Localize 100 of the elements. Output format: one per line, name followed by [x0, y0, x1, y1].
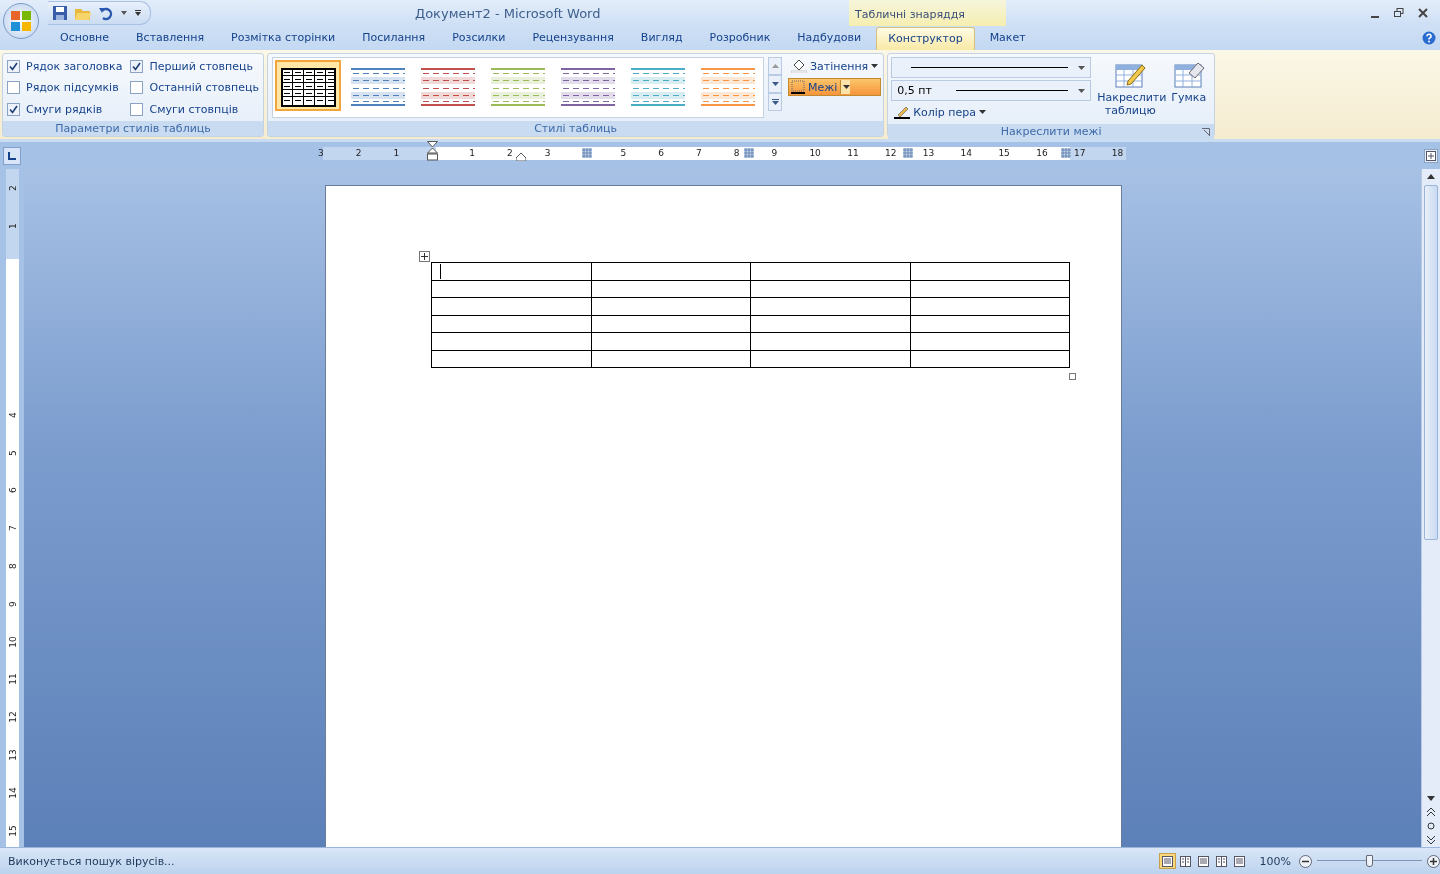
group-label: Накреслити межі: [888, 124, 1215, 139]
table-cell[interactable]: [750, 280, 910, 298]
checkbox[interactable]: [7, 102, 20, 116]
help-icon[interactable]: [1422, 31, 1436, 45]
office-button[interactable]: [3, 3, 39, 39]
line-style-dropdown[interactable]: [891, 57, 1092, 78]
ruler-number: 3: [544, 147, 551, 160]
table-cell[interactable]: [431, 315, 591, 333]
ribbon-tab[interactable]: Макет: [977, 26, 1038, 50]
ruler-number: 1: [7, 221, 18, 231]
table-cell[interactable]: [591, 350, 751, 368]
column-marker-icon[interactable]: [1061, 148, 1071, 158]
checkbox[interactable]: [130, 59, 144, 73]
ribbon-tab[interactable]: Рецензування: [520, 26, 626, 50]
table-cell[interactable]: [750, 297, 910, 315]
draw-table-button[interactable]: Накреслити таблицю: [1095, 57, 1166, 121]
ribbon-tab[interactable]: Розмітка сторінки: [219, 26, 348, 50]
zoom-in-button[interactable]: [1427, 854, 1440, 868]
checkbox-label: Смуги стовпців: [149, 102, 239, 116]
table-cell[interactable]: [750, 350, 910, 368]
ruler-number: 1: [393, 147, 400, 160]
ruler-number: 13: [7, 748, 18, 762]
ribbon-tab[interactable]: Розробник: [697, 26, 783, 50]
borders-button[interactable]: Межі: [788, 78, 882, 96]
zoom-level[interactable]: 100%: [1259, 854, 1291, 868]
indent-marker-icon[interactable]: [427, 141, 438, 161]
table-cell[interactable]: [591, 262, 751, 280]
down-arrow-icon: [1427, 795, 1435, 801]
table-cell[interactable]: [591, 332, 751, 350]
table-cell[interactable]: [910, 315, 1070, 333]
table-cell[interactable]: [431, 297, 591, 315]
table-cell[interactable]: [591, 315, 751, 333]
vertical-scrollbar[interactable]: [1421, 169, 1440, 847]
table-cell[interactable]: [910, 332, 1070, 350]
pen-icon: [894, 105, 911, 119]
ruler-number: 15: [7, 824, 18, 838]
table-resize-handle-icon[interactable]: [1069, 373, 1076, 380]
table-cell[interactable]: [750, 315, 910, 333]
tab-stop-icon[interactable]: [516, 153, 526, 161]
ribbon-tab[interactable]: Посилання: [350, 26, 438, 50]
column-marker-icon[interactable]: [582, 148, 592, 158]
ruler-number: 13: [922, 147, 935, 160]
ribbon-tab[interactable]: Вигляд: [628, 26, 695, 50]
column-marker-icon[interactable]: [744, 148, 754, 158]
zoom-slider-thumb[interactable]: [1365, 855, 1373, 867]
table-cell[interactable]: [431, 262, 591, 280]
table-cell[interactable]: [750, 332, 910, 350]
table-cell[interactable]: [591, 280, 751, 298]
table-cell[interactable]: [910, 297, 1070, 315]
table-cell[interactable]: [910, 350, 1070, 368]
table-style-thumbnail[interactable]: [275, 60, 341, 111]
close-icon: [1418, 8, 1428, 18]
squares-logo-icon: [8, 8, 34, 34]
ruler-number: 7: [7, 524, 18, 534]
tab-selector-button[interactable]: [3, 146, 21, 165]
page-layout-icon: [1197, 855, 1209, 867]
ribbon-tab[interactable]: Вставлення: [124, 26, 217, 50]
table-cell[interactable]: [591, 297, 751, 315]
checkbox[interactable]: [130, 81, 144, 94]
paint-bucket-icon: [791, 59, 807, 73]
checkbox[interactable]: [7, 59, 20, 73]
eraser-button[interactable]: Гумка: [1169, 57, 1209, 121]
checkbox[interactable]: [130, 102, 144, 116]
line-weight-dropdown[interactable]: 0,5 пт: [891, 80, 1092, 101]
scrollbar-thumb[interactable]: [1424, 185, 1438, 540]
checkmark-icon: [9, 104, 18, 114]
status-message: Виконується пошук вірусів...: [7, 854, 175, 868]
table-cell[interactable]: [431, 332, 591, 350]
gallery-more-button[interactable]: [768, 93, 782, 111]
table-cell[interactable]: [910, 262, 1070, 280]
pen-color-button[interactable]: Колір пера: [891, 103, 1092, 121]
table-move-handle-icon[interactable]: [419, 251, 430, 262]
ribbon-tab[interactable]: Надбудови: [785, 26, 874, 50]
dropdown-arrow-icon[interactable]: [120, 10, 128, 16]
checkmark-icon: [9, 61, 18, 71]
checkbox[interactable]: [7, 81, 20, 94]
ribbon-tab[interactable]: Розсилки: [440, 26, 518, 50]
view-ruler-button[interactable]: [1424, 148, 1438, 163]
caret-icon: [1078, 88, 1086, 93]
shading-button[interactable]: Затінення: [788, 57, 882, 75]
checkbox-label: Смуги рядків: [26, 102, 103, 116]
column-marker-icon[interactable]: [903, 148, 913, 158]
table-cell[interactable]: [431, 280, 591, 298]
customize-arrow-icon[interactable]: [134, 9, 142, 17]
gallery-scroll-down-button[interactable]: [768, 75, 782, 93]
table-cell[interactable]: [910, 280, 1070, 298]
group-label: Стилі таблиць: [268, 121, 884, 136]
page-layout-icon: [1161, 855, 1173, 867]
undo-icon[interactable]: [98, 5, 114, 21]
save-icon[interactable]: [52, 5, 68, 21]
view-mode-button[interactable]: [1158, 853, 1176, 869]
table-cell[interactable]: [431, 350, 591, 368]
dialog-launcher-icon[interactable]: [1202, 128, 1211, 136]
ruler-number: 4: [7, 410, 18, 420]
ruler-number: 12: [7, 710, 18, 724]
table-cell[interactable]: [750, 262, 910, 280]
ribbon-tab[interactable]: Основне: [48, 26, 122, 50]
zoom-out-button[interactable]: [1299, 854, 1312, 868]
ribbon-tab[interactable]: Конструктор: [876, 27, 975, 50]
borders-icon: [791, 80, 805, 94]
